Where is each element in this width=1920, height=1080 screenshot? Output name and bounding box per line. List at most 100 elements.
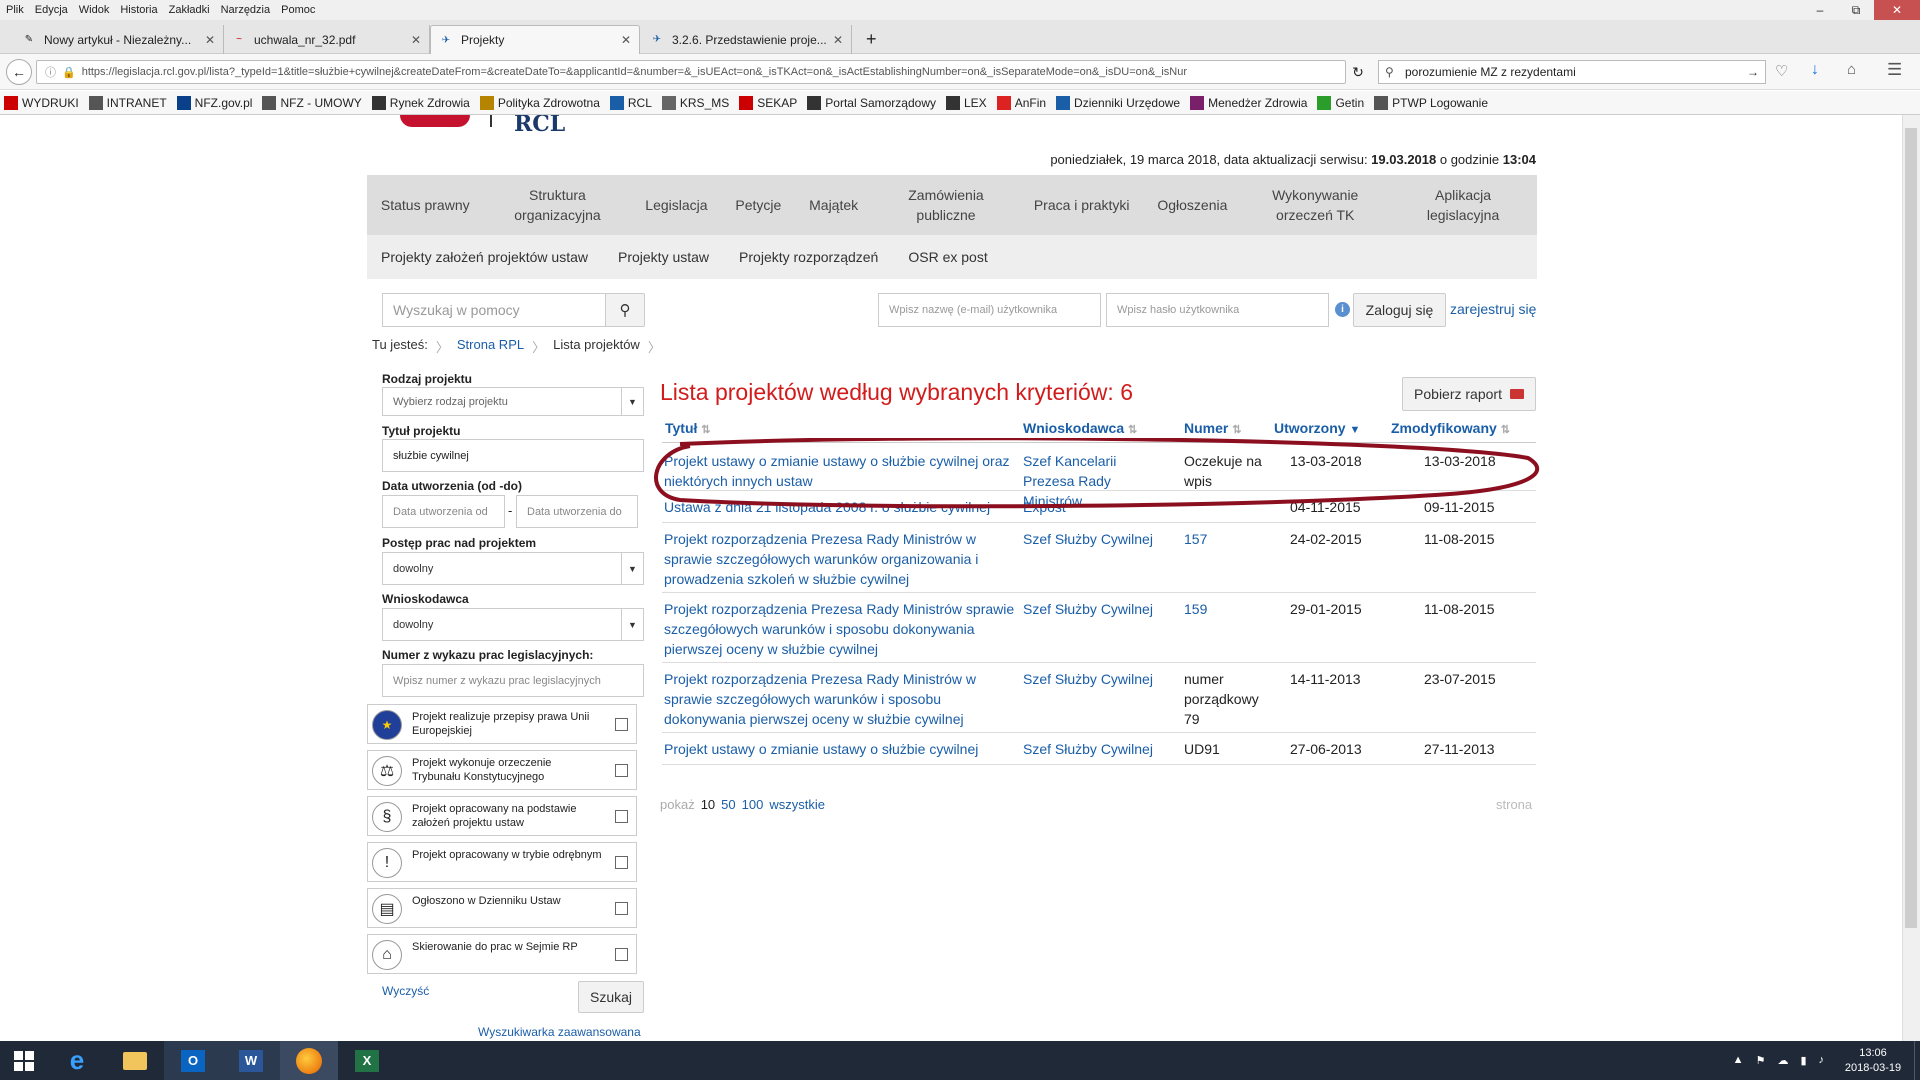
number-input[interactable]: Wpisz numer z wykazu prac legislacyjnych [382,664,644,697]
minimize-icon[interactable]: – [1802,0,1838,20]
tab-przedstawienie[interactable]: ✈ 3.2.6. Przedstawienie proje... ✕ [642,25,852,54]
show-desktop-button[interactable] [1914,1041,1920,1080]
row-title-link[interactable]: Projekt rozporządzenia Prezesa Rady Mini… [664,599,1019,659]
back-icon[interactable]: ← [6,59,32,85]
close-tab-icon[interactable]: ✕ [205,33,215,47]
outlook-icon[interactable]: O [164,1041,222,1080]
main-nav-item[interactable]: Struktura organizacyjna [497,185,617,225]
bookmark-item[interactable]: Dzienniki Urzędowe [1056,95,1180,110]
checkbox[interactable] [615,948,628,961]
checkbox[interactable] [615,856,628,869]
menu-pomoc[interactable]: Pomoc [281,4,315,16]
bookmark-item[interactable]: RCL [609,95,652,110]
bookmark-item[interactable]: INTRANET [88,95,167,110]
row-applicant-link[interactable]: Szef Służby Cywilnej [1023,599,1153,619]
bookmark-item[interactable]: Rynek Zdrowia [371,95,470,110]
login-button[interactable]: Zaloguj się [1353,293,1446,327]
row-number[interactable]: 159 [1184,599,1274,619]
go-arrow-icon[interactable]: → [1747,65,1759,79]
close-tab-icon[interactable]: ✕ [411,33,421,47]
filter-checkbox-row[interactable]: ⌂ Skierowanie do prac w Sejmie RP [367,934,637,974]
row-applicant-link[interactable]: Szef Służby Cywilnej [1023,529,1153,549]
tab-projekty[interactable]: ✈ Projekty ✕ [430,25,640,54]
internet-explorer-icon[interactable]: e [48,1041,106,1080]
bookmark-item[interactable]: Getin [1317,95,1364,110]
main-nav-item[interactable]: Petycje [735,195,781,215]
file-explorer-icon[interactable] [106,1041,164,1080]
bookmark-item[interactable]: KRS_MS [661,95,729,110]
menu-zakladki[interactable]: Zakładki [169,4,210,16]
row-title-link[interactable]: Projekt ustawy o zmianie ustawy o służbi… [664,739,1019,759]
applicant-select[interactable]: dowolny ▼ [382,608,644,641]
row-title-link[interactable]: Projekt rozporządzenia Prezesa Rady Mini… [664,529,1019,589]
menu-plik[interactable]: Plik [6,4,24,16]
clock[interactable]: 13:06 2018-03-19 [1838,1046,1908,1076]
filter-checkbox-row[interactable]: ! Projekt opracowany w trybie odrębnym [367,842,637,882]
home-icon[interactable]: ⌂ [1847,61,1856,78]
clear-link[interactable]: Wyczyść [382,984,429,998]
filter-checkbox-row[interactable]: ★ Projekt realizuje przepisy prawa Unii E… [367,704,637,744]
sub-nav-item[interactable]: Projekty ustaw [618,249,709,265]
sub-nav-item[interactable]: Projekty rozporządzeń [739,249,878,265]
help-search-input[interactable]: Wyszukaj w pomocy [382,293,606,327]
col-title[interactable]: Tytuł ⇅ [665,420,711,436]
main-nav-item[interactable]: Ogłoszenia [1157,195,1227,215]
download-icon[interactable]: ↓ [1811,61,1819,79]
username-input[interactable]: Wpisz nazwę (e-mail) użytkownika [878,293,1101,327]
download-report-button[interactable]: Pobierz raport [1402,377,1536,411]
hamburger-menu-icon[interactable]: ☰ [1887,60,1902,80]
pager-50[interactable]: 50 [721,797,735,812]
close-window-icon[interactable]: ✕ [1874,0,1920,20]
main-nav-item[interactable]: Wykonywanie orzeczeń TK [1255,185,1375,225]
main-nav-item[interactable]: Zamówienia publiczne [886,185,1006,225]
main-nav-item[interactable]: Majątek [809,195,858,215]
flag-icon[interactable]: ⚑ [1756,1054,1766,1067]
pager-all[interactable]: wszystkie [769,797,825,812]
bookmark-item[interactable]: PTWP Logowanie [1374,95,1488,110]
search-bar[interactable]: ⚲ porozumienie MZ z rezydentami → [1378,60,1766,84]
tab-nowy-artykul[interactable]: ✎ Nowy artykuł - Niezależny... ✕ [14,25,224,54]
password-input[interactable]: Wpisz hasło użytkownika [1106,293,1329,327]
checkbox[interactable] [615,718,628,731]
help-search-button[interactable]: ⚲ [605,293,645,327]
info-icon[interactable]: i [1335,302,1350,317]
bookmark-item[interactable]: WYDRUKI [4,95,79,110]
bookmark-item[interactable]: NFZ - UMOWY [262,95,362,110]
breadcrumb-strona-rpl[interactable]: Strona RPL [457,337,524,356]
title-input[interactable]: służbie cywilnej [382,439,644,472]
sub-nav-item[interactable]: Projekty założeń projektów ustaw [381,249,588,265]
menu-widok[interactable]: Widok [79,4,110,16]
project-type-select[interactable]: Wybierz rodzaj projektu ▼ [382,387,644,416]
col-number[interactable]: Numer ⇅ [1184,420,1241,436]
volume-icon[interactable]: ♪ [1819,1054,1825,1067]
network-icon[interactable]: ▮ [1800,1054,1806,1067]
progress-select[interactable]: dowolny ▼ [382,552,644,585]
bookmark-item[interactable]: Menedżer Zdrowia [1190,95,1307,110]
date-from-input[interactable]: Data utworzenia od [382,495,505,528]
filter-checkbox-row[interactable]: ▤ Ogłoszono w Dzienniku Ustaw [367,888,637,928]
menu-edycja[interactable]: Edycja [35,4,68,16]
checkbox[interactable] [615,902,628,915]
row-applicant-link[interactable]: Szef Służby Cywilnej [1023,669,1153,689]
date-to-input[interactable]: Data utworzenia do [516,495,638,528]
row-number[interactable]: 157 [1184,529,1274,549]
bookmark-item[interactable]: AnFin [996,95,1046,110]
checkbox[interactable] [615,810,628,823]
pocket-icon[interactable]: ♡ [1775,62,1788,80]
filter-checkbox-row[interactable]: ⚖ Projekt wykonuje orzeczenie Trybunału K… [367,750,637,790]
filter-checkbox-row[interactable]: § Projekt opracowany na podstawie założeń… [367,796,637,836]
reload-icon[interactable]: ↻ [1346,60,1370,84]
advanced-search-link[interactable]: Wyszukiwarka zaawansowana [478,1025,641,1039]
pager-100[interactable]: 100 [742,797,764,812]
close-tab-icon[interactable]: ✕ [833,33,843,47]
row-applicant-link[interactable]: Szef Służby Cywilnej [1023,739,1153,759]
checkbox[interactable] [615,764,628,777]
tab-uchwala-pdf[interactable]: ~ uchwala_nr_32.pdf ✕ [224,25,430,54]
firefox-icon[interactable] [280,1041,338,1080]
bookmark-item[interactable]: SEKAP [739,95,797,110]
row-title-link[interactable]: Projekt rozporządzenia Prezesa Rady Mini… [664,669,1019,729]
main-nav-item[interactable]: Aplikacja legislacyjna [1403,185,1523,225]
restore-icon[interactable]: ⧉ [1838,0,1874,20]
windows-start-icon[interactable] [0,1041,48,1080]
bookmark-item[interactable]: NFZ.gov.pl [176,95,252,110]
